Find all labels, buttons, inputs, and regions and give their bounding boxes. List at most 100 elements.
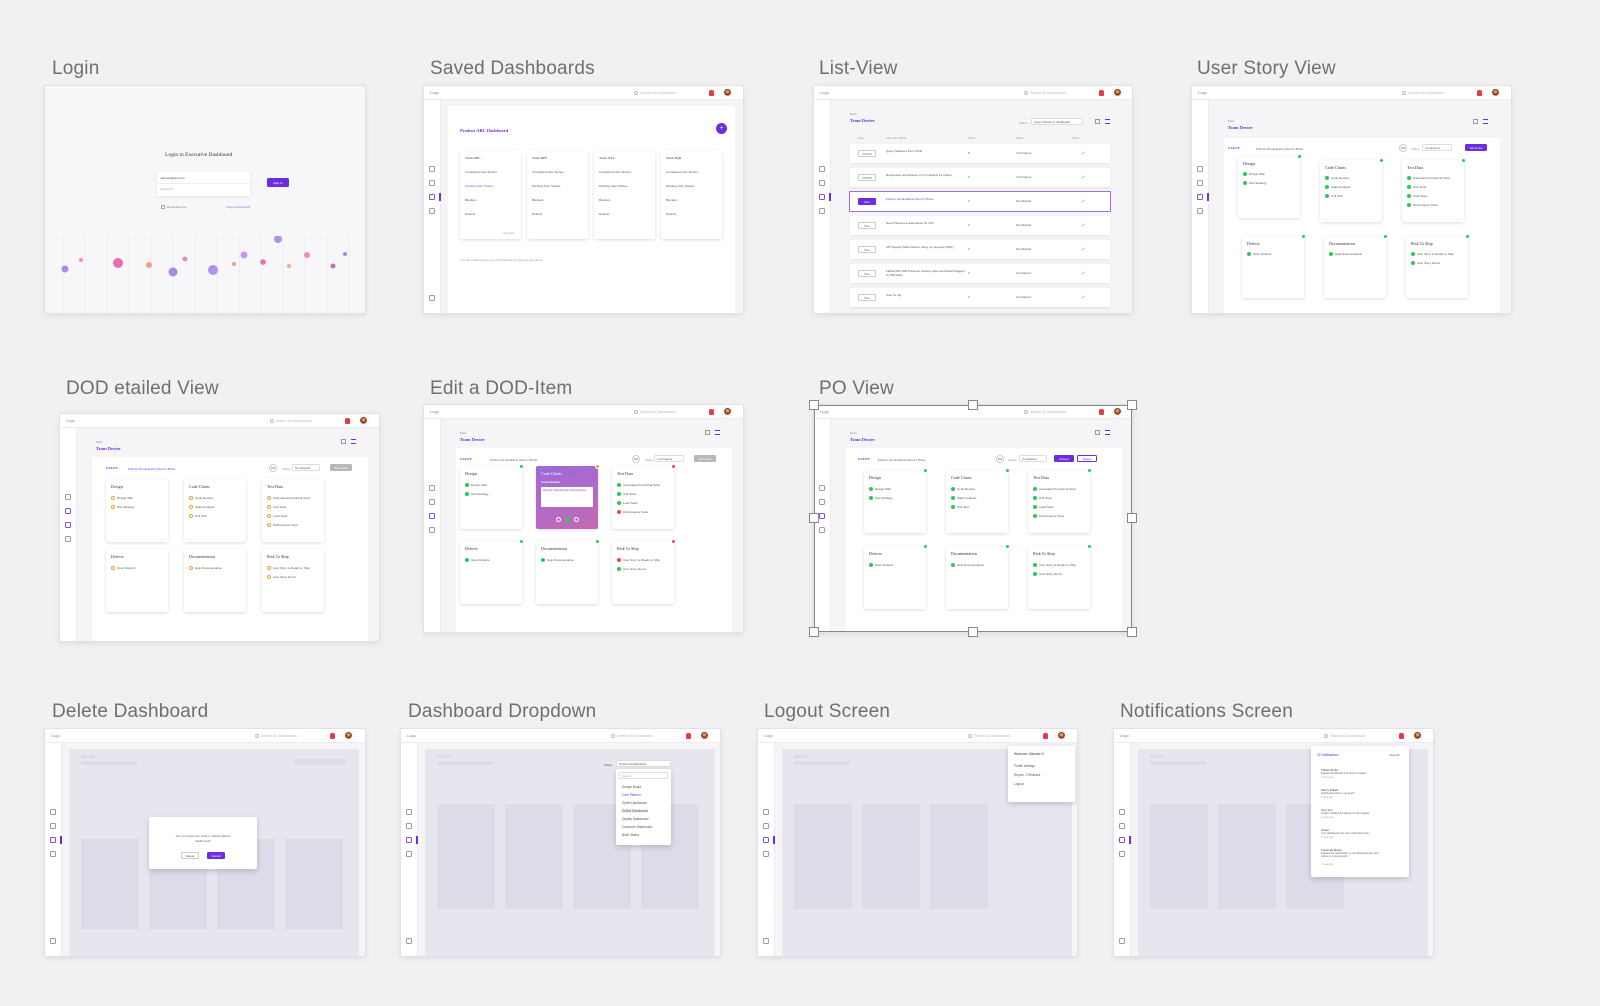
chart-icon[interactable] [763, 823, 769, 829]
resize-handle[interactable] [809, 627, 819, 637]
table-row[interactable]: US4270 Query Statistics from CICD 8 In Prog… [850, 144, 1110, 163]
avatar[interactable] [344, 731, 353, 740]
search-input[interactable]: Search All Dashboards [611, 733, 677, 739]
calendar-icon[interactable] [763, 837, 769, 843]
comment-input[interactable]: Add your Code Review comments here [541, 487, 593, 507]
resize-handle[interactable] [968, 627, 978, 637]
status-select[interactable]: Not Started [292, 464, 320, 471]
home-icon[interactable] [1119, 809, 1125, 815]
search-input[interactable]: Search All Dashboards [270, 418, 336, 424]
bell-icon[interactable] [330, 733, 335, 739]
list-view-icon[interactable] [1105, 119, 1110, 124]
chart-icon[interactable] [819, 180, 825, 186]
calendar-icon[interactable] [406, 837, 412, 843]
bell-icon[interactable] [345, 418, 350, 424]
home-icon[interactable] [763, 809, 769, 815]
avatar[interactable] [1057, 731, 1066, 740]
dod-card-test[interactable]: Test Data Automated Functional Tests Unit … [1402, 158, 1466, 222]
avatar[interactable] [700, 731, 709, 740]
dropdown-item[interactable]: Customer Dashboard [622, 825, 652, 829]
dod-card-design[interactable]: Design Design Wiki Test Strategy [106, 479, 168, 542]
resize-handle[interactable] [809, 513, 819, 523]
send-jira-button[interactable]: Send Jira [1465, 144, 1487, 151]
table-row[interactable]: New User for Jig 3 Completed [850, 288, 1110, 307]
search-input[interactable]: Search All Dashboards [1024, 409, 1090, 415]
dod-card-code-editing[interactable]: Code Charts Code Review Add your Code Re… [536, 464, 600, 529]
resize-handle[interactable] [968, 400, 978, 410]
dod-card-docs[interactable]: Documentation Help Documentation [184, 549, 246, 612]
reject-button[interactable]: Reject [1077, 455, 1097, 462]
dod-card-docs[interactable]: Documentation Help Documentation [536, 539, 600, 604]
chart-icon[interactable] [1197, 180, 1203, 186]
dropdown-item[interactable]: Design Board [622, 785, 641, 789]
profile-settings-link[interactable]: Profile settings [1014, 764, 1035, 768]
dropdown-item[interactable]: Sprint Dashboard [622, 801, 647, 805]
resize-handle[interactable] [1127, 400, 1137, 410]
dod-card-design[interactable]: Design Design Wiki Test Strategy [460, 464, 524, 529]
list-view-icon[interactable] [715, 430, 720, 435]
avatar[interactable] [1491, 88, 1500, 97]
search-input[interactable]: Search All Dashboards [634, 90, 700, 96]
dropdown-item-selected[interactable]: Core Planner [622, 793, 641, 797]
settings-icon[interactable] [50, 851, 56, 857]
calendar-icon[interactable] [819, 513, 825, 519]
list-view-icon[interactable] [1483, 119, 1488, 124]
chart-icon[interactable] [65, 508, 71, 514]
settings-icon[interactable] [819, 527, 825, 533]
table-row[interactable]: New New Preference automation for CIS 3 Not… [850, 216, 1110, 235]
list-view-icon[interactable] [351, 439, 356, 444]
status-select[interactable]: In Progress [654, 455, 684, 462]
cancel-button[interactable]: Cancel [207, 852, 225, 859]
dod-card-defects[interactable]: Defects Open Defects [864, 544, 928, 609]
avatar[interactable] [359, 416, 368, 425]
add-dashboard-button[interactable]: + [716, 123, 727, 134]
grid-view-icon[interactable] [341, 439, 346, 444]
password-field[interactable]: Password [160, 187, 173, 191]
dod-card-code[interactable]: Code Charts Code Review Static Analysis Uni… [946, 468, 1010, 533]
logout-icon[interactable] [406, 938, 412, 944]
bell-icon[interactable] [1043, 733, 1048, 739]
dod-card-design[interactable]: Design Design Wiki Test Strategy [864, 468, 928, 533]
calendar-icon[interactable] [65, 522, 71, 528]
home-icon[interactable] [406, 809, 412, 815]
report-feedback-link[interactable]: Report - Feedback [1014, 773, 1040, 777]
search-input[interactable]: Search All Dashboards [1324, 733, 1390, 739]
status-select[interactable]: Completed [1422, 144, 1452, 151]
settings-icon[interactable] [1197, 208, 1203, 214]
dod-card-defects[interactable]: Defects Open Defects [460, 539, 524, 604]
table-row[interactable]: New API Support Mail Listener using my re… [850, 240, 1110, 259]
search-input[interactable]: Search All Dashboards [1024, 90, 1090, 96]
settings-icon[interactable] [429, 208, 435, 214]
dropdown-search-input[interactable]: Search [619, 772, 668, 779]
calendar-icon[interactable] [819, 194, 825, 200]
grid-view-icon[interactable] [1095, 430, 1100, 435]
avatar[interactable] [1113, 407, 1122, 416]
calendar-icon[interactable] [429, 513, 435, 519]
home-icon[interactable] [819, 166, 825, 172]
settings-icon[interactable] [65, 536, 71, 542]
logout-icon[interactable] [763, 938, 769, 944]
grid-view-icon[interactable] [705, 430, 710, 435]
search-input[interactable]: Search All Dashboards [634, 409, 700, 415]
team-card[interactable]: Team PQR Completed User Stories Pending … [661, 151, 722, 239]
bell-icon[interactable] [686, 733, 691, 739]
dod-card-defects[interactable]: Defects Open Defects [106, 549, 168, 612]
home-icon[interactable] [50, 809, 56, 815]
chart-icon[interactable] [429, 499, 435, 505]
avatar[interactable] [723, 407, 732, 416]
bell-icon[interactable] [1099, 409, 1104, 415]
chart-icon[interactable] [819, 499, 825, 505]
dod-card-code[interactable]: Code Charts Code Review Static Analysis Uni… [1320, 158, 1384, 222]
logout-icon[interactable] [50, 938, 56, 944]
home-icon[interactable] [429, 485, 435, 491]
calendar-icon[interactable] [429, 194, 435, 200]
search-input[interactable]: Search All Dashboards [968, 733, 1034, 739]
bell-icon[interactable] [1099, 90, 1104, 96]
home-icon[interactable] [65, 494, 71, 500]
resize-handle[interactable] [809, 400, 819, 410]
settings-icon[interactable] [429, 527, 435, 533]
bell-icon[interactable] [1477, 90, 1482, 96]
bell-icon[interactable] [709, 409, 714, 415]
team-card[interactable]: Team ABC Completed User Stories Pending … [460, 151, 521, 239]
dod-card-test[interactable]: Test Data Automated Functional Tests Unit … [262, 479, 324, 542]
